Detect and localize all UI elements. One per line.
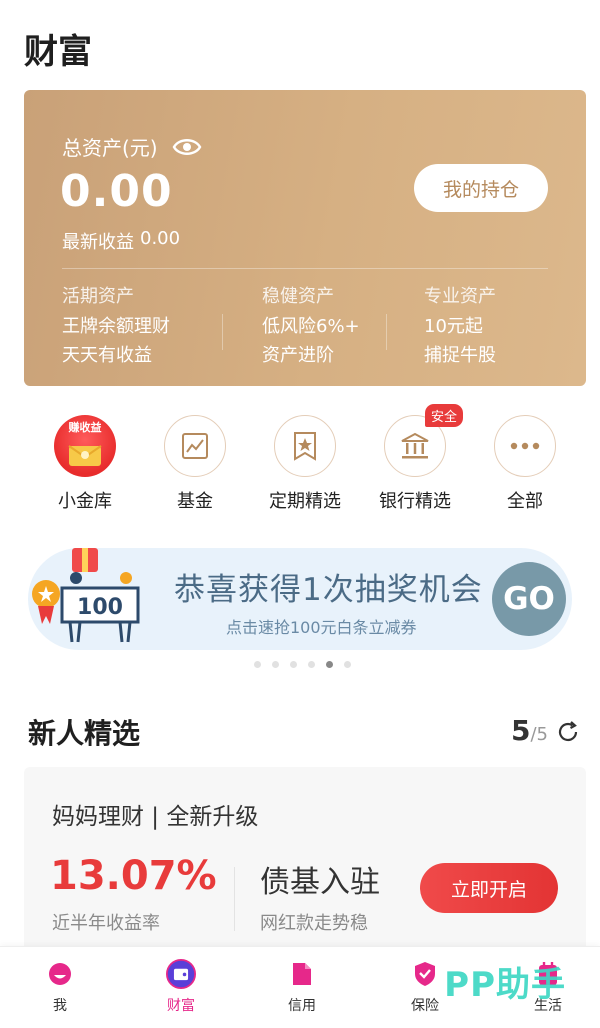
- asset-column-line1: 王牌余额理财: [62, 316, 170, 337]
- quick-entry-label: 全部: [507, 491, 543, 512]
- latest-income: 最新收益 0.00: [62, 228, 180, 254]
- carousel-dot-active[interactable]: [326, 661, 333, 668]
- asset-column-title: 稳健资产: [262, 286, 334, 307]
- latest-income-value: 0.00: [140, 228, 181, 249]
- asset-column-line2: 捕捉牛股: [424, 345, 496, 366]
- profile-icon: [45, 959, 75, 989]
- bank-icon: 安全: [384, 404, 463, 477]
- page-counter: 5/5: [511, 714, 548, 747]
- return-rate: 13.07%: [50, 853, 217, 899]
- banner-subtitle: 点击速抢100元白条立减券: [226, 618, 417, 637]
- tab-me[interactable]: 我: [20, 959, 100, 1015]
- section-title: 新人精选: [28, 717, 141, 750]
- quick-entry-label: 小金库: [58, 491, 112, 512]
- return-rate-label: 近半年收益率: [52, 913, 160, 934]
- carousel-dot[interactable]: [254, 661, 261, 668]
- quick-entry-bank[interactable]: 安全 银行精选: [360, 404, 470, 513]
- quick-entry-fund[interactable]: 基金: [140, 415, 250, 513]
- quick-entry-vault[interactable]: 赚收益 小金库: [30, 415, 140, 513]
- asset-column-title: 活期资产: [62, 286, 134, 307]
- vault-icon: 赚收益: [54, 415, 116, 477]
- star-bookmark-icon: [274, 415, 336, 477]
- carousel-dot[interactable]: [308, 661, 315, 668]
- asset-column-steady[interactable]: 稳健资产 低风险6%+ 资产进阶: [262, 282, 360, 370]
- product-description: 网红款走势稳: [260, 913, 368, 934]
- quick-entry-row: 赚收益 小金库 基金 定期精选 安全 银行精选 全部: [0, 404, 600, 515]
- quick-entry-label: 定期精选: [269, 491, 341, 512]
- asset-column-line1: 低风险6%+: [262, 316, 360, 337]
- tab-label: 信用: [288, 998, 316, 1014]
- quick-entry-fixed-term[interactable]: 定期精选: [250, 415, 360, 513]
- watermark: PP助手: [444, 965, 566, 1005]
- wallet-icon: [166, 959, 196, 989]
- total-assets-label: 总资产(元): [62, 136, 158, 160]
- open-now-button[interactable]: 立即开启: [420, 863, 558, 913]
- asset-column-line2: 资产进阶: [262, 345, 334, 366]
- go-button[interactable]: GO: [492, 562, 566, 636]
- column-divider: [386, 314, 387, 350]
- carousel-dot[interactable]: [290, 661, 297, 668]
- asset-column-line2: 天天有收益: [62, 345, 152, 366]
- column-divider: [222, 314, 223, 350]
- counter-current: 5: [510, 714, 531, 747]
- refresh-icon[interactable]: [556, 720, 580, 744]
- safe-badge: 安全: [424, 404, 463, 427]
- tab-label: 财富: [167, 998, 195, 1014]
- latest-income-label: 最新收益: [62, 232, 134, 253]
- shield-icon: [410, 959, 440, 989]
- credit-icon: [287, 959, 317, 989]
- tab-wealth[interactable]: 财富: [141, 959, 221, 1015]
- asset-column-title: 专业资产: [424, 286, 496, 307]
- banner-title: 恭喜获得1次抽奖机会: [174, 572, 483, 608]
- tab-credit[interactable]: 信用: [262, 959, 342, 1015]
- product-name: 妈妈理财 | 全新升级: [52, 804, 259, 830]
- carousel-dots[interactable]: [254, 661, 351, 668]
- more-icon: [494, 415, 556, 477]
- page-title: 财富: [24, 32, 92, 72]
- product-card[interactable]: 妈妈理财 | 全新升级 13.07% 近半年收益率 债基入驻 网红款走势稳 立即…: [24, 767, 586, 967]
- banner-sign-text: 100: [77, 595, 123, 620]
- asset-column-current[interactable]: 活期资产 王牌余额理财 天天有收益: [62, 282, 170, 370]
- asset-column-professional[interactable]: 专业资产 10元起 捕捉牛股: [424, 282, 496, 370]
- quick-entry-label: 银行精选: [379, 491, 451, 512]
- eye-icon[interactable]: [172, 136, 202, 158]
- tab-label: 我: [53, 998, 67, 1014]
- my-holdings-button[interactable]: 我的持仓: [414, 164, 548, 212]
- quick-entry-label: 基金: [177, 491, 213, 512]
- lottery-banner[interactable]: 100 恭喜获得1次抽奖机会 点击速抢100元白条立减券 GO: [28, 548, 572, 650]
- carousel-dot[interactable]: [344, 661, 351, 668]
- product-headline: 债基入驻: [260, 865, 380, 900]
- product-divider: [234, 867, 235, 931]
- card-divider: [62, 268, 548, 269]
- carousel-dot[interactable]: [272, 661, 279, 668]
- lottery-illustration: 100: [32, 548, 140, 643]
- quick-entry-all[interactable]: 全部: [470, 415, 580, 513]
- vault-tag: 赚收益: [68, 421, 102, 434]
- total-assets-value: 0.00: [60, 166, 173, 217]
- chart-icon: [164, 415, 226, 477]
- asset-label-row: 总资产(元): [62, 132, 202, 161]
- counter-total: /5: [530, 724, 548, 745]
- asset-card[interactable]: 总资产(元) 0.00 最新收益 0.00 我的持仓 活期资产 王牌余额理财 天…: [24, 90, 586, 386]
- asset-column-line1: 10元起: [424, 316, 483, 337]
